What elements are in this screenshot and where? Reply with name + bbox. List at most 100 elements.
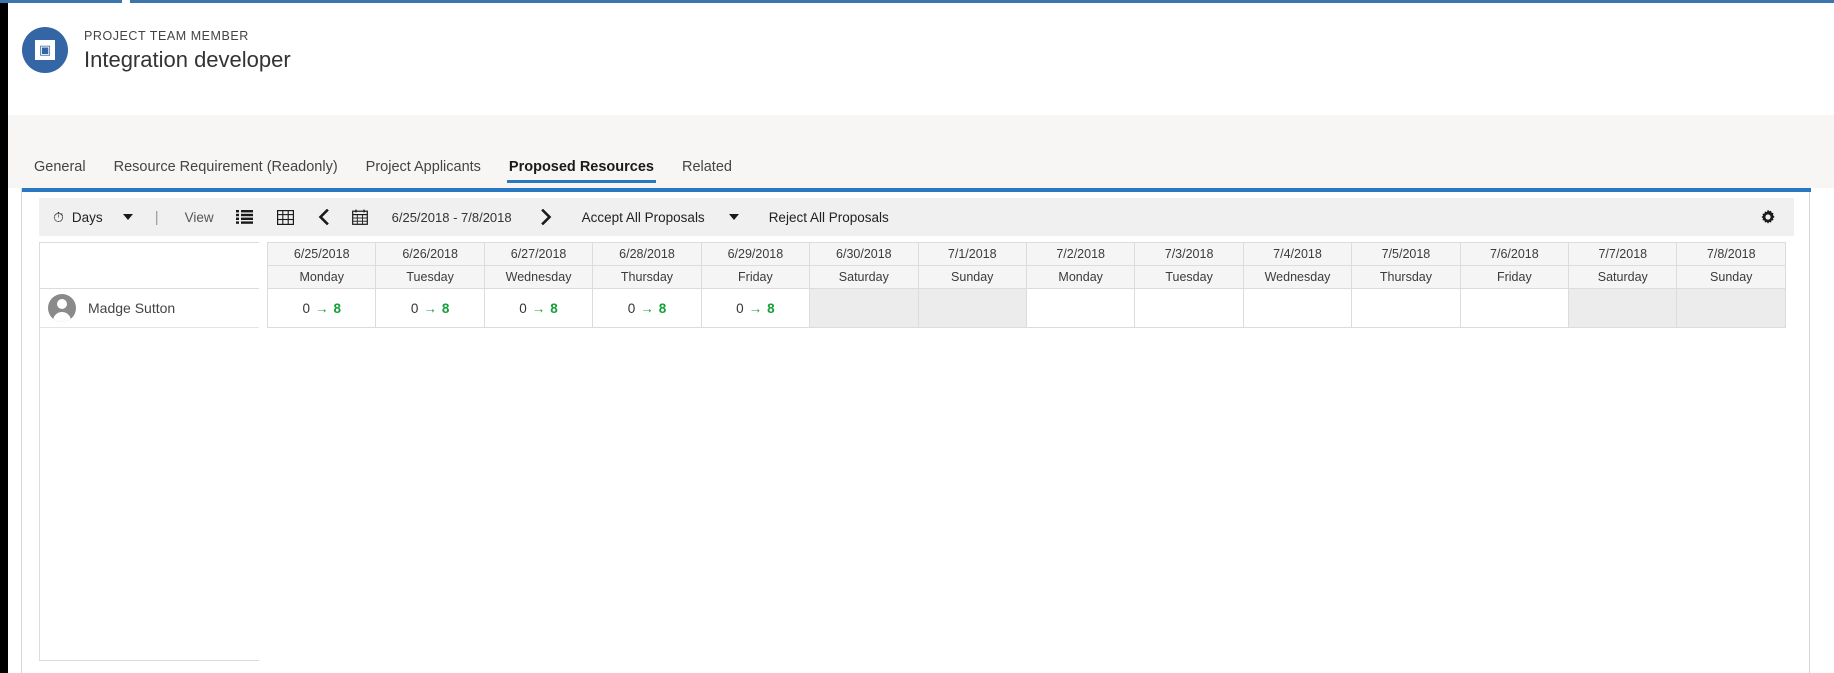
- resource-pane-filler: [40, 328, 259, 661]
- timeline-date-header: 7/2/2018: [1025, 242, 1136, 266]
- tab-strip: General Resource Requirement (Readonly) Pr…: [8, 115, 1834, 188]
- timeline-day-header: Tuesday: [375, 265, 485, 289]
- left-navigation-rail: [0, 3, 8, 673]
- grid-view-icon: [276, 209, 294, 225]
- proposal-hours-to: 8: [767, 300, 775, 316]
- timeline-day-header-row: Monday Tuesday Wednesday Thursday Friday Satu…: [267, 265, 1786, 289]
- timeline-cell[interactable]: [917, 288, 1027, 328]
- tab-general[interactable]: General: [20, 159, 100, 188]
- arrow-right-icon: →: [531, 300, 546, 316]
- scheduler-accent-bar: [22, 188, 1811, 192]
- timeline-date-header: 6/29/2018: [700, 242, 811, 266]
- arrow-right-icon: →: [423, 300, 437, 316]
- timeline-day-header: Friday: [700, 265, 811, 289]
- timeline-date-header: 6/26/2018: [375, 242, 485, 266]
- resource-row[interactable]: Madge Sutton: [40, 289, 259, 328]
- timeline-day-header: Thursday: [592, 265, 702, 289]
- resource-name: Madge Sutton: [88, 300, 176, 316]
- timeline-cell[interactable]: [1025, 288, 1136, 328]
- timeline-cell[interactable]: [1242, 288, 1353, 328]
- timeline-date-header: 6/27/2018: [483, 242, 594, 266]
- proposal-hours-from: 0: [736, 300, 744, 316]
- timeline-cell[interactable]: [809, 288, 919, 328]
- timeline-cell[interactable]: [1676, 288, 1786, 328]
- tab-label: Related: [681, 159, 732, 175]
- timeline-cell[interactable]: 0 → 8: [267, 288, 377, 328]
- toolbar-separator: |: [154, 208, 159, 226]
- tab-related[interactable]: Related: [668, 159, 746, 188]
- calendar-picker-button[interactable]: [342, 198, 378, 236]
- tab-label: Proposed Resources: [508, 159, 654, 175]
- timeline-day-header: Monday: [267, 265, 377, 289]
- arrow-right-icon: →: [748, 300, 763, 316]
- timeline-date-header: 7/3/2018: [1134, 242, 1244, 266]
- chevron-left-icon: [318, 209, 330, 225]
- person-avatar-icon: [48, 294, 76, 322]
- next-period-button[interactable]: [526, 198, 566, 236]
- record-header: ▣ PROJECT TEAM MEMBER Integration develo…: [8, 3, 1834, 115]
- resource-row-list: Madge Sutton: [40, 289, 259, 328]
- timeline-day-header: Sunday: [917, 265, 1027, 289]
- timeline-cell[interactable]: [1351, 288, 1461, 328]
- timeline-date-header: 7/7/2018: [1568, 242, 1678, 266]
- scheduler-grid: Madge Sutton 6/25/2018 6/26/2018 6/27/2018…: [39, 242, 1794, 661]
- record-avatar: ▣: [22, 27, 68, 73]
- resource-pane: Madge Sutton: [39, 242, 259, 661]
- list-view-icon: [235, 210, 253, 224]
- tab-label: Project Applicants: [365, 159, 481, 175]
- proposal-hours-to: 8: [658, 300, 667, 316]
- timeline-day-header: Sunday: [1676, 265, 1786, 289]
- tab-label: General: [34, 159, 86, 175]
- timeline-day-header: Thursday: [1351, 265, 1461, 289]
- scheduler-settings-button[interactable]: [1760, 209, 1776, 230]
- proposal-hours-to: 8: [333, 300, 341, 316]
- tab-label: Resource Requirement (Readonly): [113, 159, 338, 175]
- tab-proposed-resources[interactable]: Proposed Resources: [495, 159, 668, 188]
- reject-all-proposals-button[interactable]: Reject All Proposals: [745, 198, 903, 236]
- tab-resource-requirement-readonly[interactable]: Resource Requirement (Readonly): [100, 159, 352, 188]
- proposal-hours-to: 8: [550, 300, 558, 316]
- timeline-date-header: 6/28/2018: [592, 242, 702, 266]
- date-range-display[interactable]: 6/25/2018 - 7/8/2018: [378, 198, 526, 236]
- accept-all-proposals-label: Accept All Proposals: [581, 209, 705, 225]
- timeline-day-header: Monday: [1025, 265, 1136, 289]
- timeline-body: 0 → 8 0 → 8 0 → 8 0 → 8 0 → 8: [267, 288, 1786, 328]
- previous-period-button[interactable]: [306, 198, 342, 236]
- record-entity-type: PROJECT TEAM MEMBER: [84, 29, 249, 43]
- page-root: ▣ PROJECT TEAM MEMBER Integration develo…: [0, 0, 1834, 673]
- chevron-right-icon: [540, 209, 552, 225]
- timeline-cell[interactable]: 0 → 8: [483, 288, 594, 328]
- tab-list: General Resource Requirement (Readonly) Pr…: [20, 136, 746, 188]
- scheduler-toolbar: ⏱ Days | View 6/25/2018 - 7/8/2018 Accep…: [39, 198, 1794, 236]
- time-scale-selector[interactable]: ⏱ Days: [39, 198, 139, 236]
- timeline-cell[interactable]: [1459, 288, 1570, 328]
- timeline-cell[interactable]: [1134, 288, 1244, 328]
- grid-view-button[interactable]: [265, 198, 306, 236]
- scheduler-control: ⏱ Days | View 6/25/2018 - 7/8/2018 Accep…: [21, 188, 1811, 673]
- chevron-down-icon: [728, 214, 739, 220]
- timeline-date-header: 7/1/2018: [917, 242, 1027, 266]
- list-view-button[interactable]: [224, 198, 265, 236]
- timeline-day-header: Saturday: [1568, 265, 1678, 289]
- tab-project-applicants[interactable]: Project Applicants: [352, 159, 495, 188]
- reject-all-proposals-label: Reject All Proposals: [768, 209, 889, 225]
- timeline-day-header: Saturday: [809, 265, 919, 289]
- timeline-cell[interactable]: 0 → 8: [375, 288, 485, 328]
- time-scale-label: Days: [71, 209, 103, 225]
- proposal-hours-to: 8: [441, 300, 450, 316]
- timeline-cell[interactable]: [1568, 288, 1678, 328]
- arrow-right-icon: →: [640, 300, 654, 316]
- timeline-date-header: 6/30/2018: [809, 242, 919, 266]
- timeline-date-header: 7/4/2018: [1242, 242, 1353, 266]
- timeline-cell[interactable]: 0 → 8: [700, 288, 811, 328]
- timeline-date-header: 7/5/2018: [1351, 242, 1461, 266]
- timeline-day-header: Wednesday: [1242, 265, 1353, 289]
- timeline-day-header: Tuesday: [1134, 265, 1244, 289]
- timeline-row: 0 → 8 0 → 8 0 → 8 0 → 8 0 → 8: [267, 288, 1786, 328]
- date-range-text: 6/25/2018 - 7/8/2018: [391, 209, 512, 225]
- page-title: Integration developer: [84, 47, 291, 72]
- accept-all-proposals-button[interactable]: Accept All Proposals: [566, 198, 745, 236]
- timeline-day-header: Friday: [1459, 265, 1570, 289]
- proposal-hours-from: 0: [519, 300, 527, 316]
- timeline-cell[interactable]: 0 → 8: [592, 288, 702, 328]
